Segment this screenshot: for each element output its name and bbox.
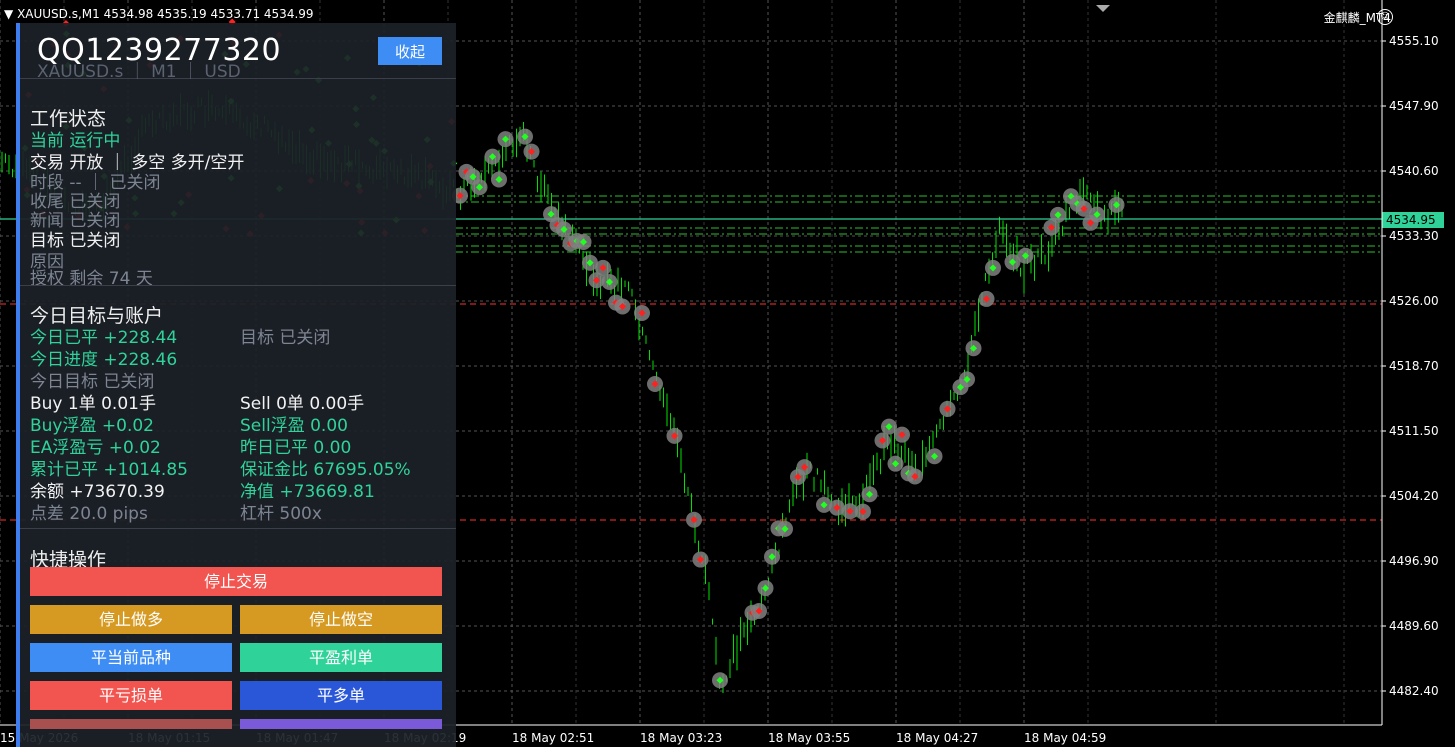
price-label: 4482.40 xyxy=(1389,684,1439,698)
spread: 点差 20.0 pips xyxy=(30,504,148,524)
close-profit-button[interactable]: 平盈利单 xyxy=(240,643,442,672)
leverage: 杠杆 500x xyxy=(240,504,322,524)
stop-short-button[interactable]: 停止做空 xyxy=(240,605,442,634)
current-price-label: 4534.95 xyxy=(1386,213,1436,227)
scroll-marker xyxy=(1096,5,1110,12)
stop-long-button[interactable]: 停止做多 xyxy=(30,605,232,634)
price-label: 4504.20 xyxy=(1389,489,1439,503)
price-label: 4555.10 xyxy=(1389,34,1439,48)
price-label: 4489.60 xyxy=(1389,619,1439,633)
ea-panel: XAUUSD.s ｜ M1 ｜ USD QQ1239277320 收起 工作状态… xyxy=(16,23,456,747)
partial-button[interactable] xyxy=(30,719,232,729)
price-label: 4540.60 xyxy=(1389,164,1439,178)
partial-button[interactable] xyxy=(240,719,442,729)
time-label: 18 May 04:27 xyxy=(896,731,978,745)
close-loss-button[interactable]: 平亏损单 xyxy=(30,681,232,710)
collapse-button[interactable]: 收起 xyxy=(378,37,442,65)
panel-header: XAUUSD.s ｜ M1 ｜ USD QQ1239277320 收起 xyxy=(20,23,456,82)
close-symbol-button[interactable]: 平当前品种 xyxy=(30,643,232,672)
price-label: 4518.70 xyxy=(1389,359,1439,373)
time-label: 18 May 03:55 xyxy=(768,731,850,745)
close-long-button[interactable]: 平多单 xyxy=(240,681,442,710)
symbol-info-text: XAUUSD.s,M1 4534.98 4535.19 4533.71 4534… xyxy=(17,7,314,21)
divider xyxy=(20,528,456,529)
target-closed: 目标 已关闭 xyxy=(240,328,331,348)
dropdown-icon[interactable]: ▼ xyxy=(4,7,13,21)
time-label: 18 May 02:51 xyxy=(512,731,594,745)
time-label: 18 May 04:59 xyxy=(1024,731,1106,745)
price-label: 4547.90 xyxy=(1389,99,1439,113)
price-label: 4526.00 xyxy=(1389,294,1439,308)
symbol-info: ▼ XAUUSD.s,M1 4534.98 4535.19 4533.71 45… xyxy=(4,7,314,21)
smiley-icon[interactable]: ☺ xyxy=(1377,9,1393,25)
time-label: 18 May 03:23 xyxy=(640,731,722,745)
price-label: 4511.50 xyxy=(1389,424,1439,438)
divider xyxy=(20,285,456,286)
price-label: 4496.90 xyxy=(1389,554,1439,568)
account-id: QQ1239277320 xyxy=(37,33,282,68)
price-label: 4533.30 xyxy=(1389,229,1439,243)
stop-trading-button[interactable]: 停止交易 xyxy=(30,567,442,596)
